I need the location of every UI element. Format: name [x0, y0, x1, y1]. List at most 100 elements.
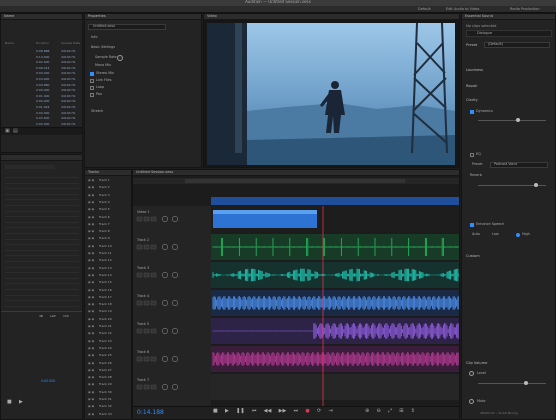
effects-slot[interactable] [5, 253, 79, 257]
loudness-opt-auto[interactable]: Auto [472, 232, 480, 237]
lane-button[interactable] [143, 356, 150, 362]
file-row-duration[interactable]: 0:02.000 [36, 60, 49, 64]
track-visibility-icon[interactable]: ◉ ◉ [88, 361, 94, 365]
clip-volume-slider[interactable] [478, 381, 546, 385]
effects-slot[interactable] [5, 231, 79, 234]
lane-button[interactable] [136, 216, 143, 222]
lane-button[interactable] [143, 216, 150, 222]
file-name-field[interactable]: Untitled.sesx [88, 24, 166, 30]
file-row-duration[interactable]: 0:00.000 [36, 99, 49, 103]
track-list-item[interactable]: Track 5 [99, 207, 110, 211]
stereo-checkbox[interactable] [90, 72, 94, 76]
track-list-item[interactable]: Track 1 [99, 178, 110, 182]
effects-slot[interactable] [5, 181, 79, 184]
effects-slot[interactable] [5, 203, 79, 206]
overview-strip[interactable] [133, 178, 459, 184]
track-visibility-icon[interactable]: ◉ ◉ [88, 200, 94, 204]
track-list-item[interactable]: Track 28 [99, 375, 112, 379]
file-row-duration[interactable]: 0:09.880 [36, 83, 49, 87]
effects-slot[interactable] [5, 298, 79, 302]
time-ruler[interactable] [211, 197, 459, 205]
lane-name[interactable]: Track 3 [136, 266, 149, 270]
file-row-duration[interactable]: 0:00.000 [36, 71, 49, 75]
file-row-rate[interactable]: 44100 Hz [61, 49, 75, 53]
track-visibility-icon[interactable]: ◉ ◉ [88, 390, 94, 394]
lane-button[interactable] [150, 300, 157, 306]
lane-button[interactable] [143, 272, 150, 278]
workspace-tab-edit-audio-to-video[interactable]: Edit Audio to Video [446, 7, 479, 11]
track-list-item[interactable]: Track 29 [99, 382, 112, 386]
track-list-item[interactable]: Track 31 [99, 397, 112, 401]
folder-icon[interactable]: ▤ [13, 128, 18, 135]
link-files-checkbox[interactable] [90, 79, 94, 83]
track-visibility-icon[interactable]: ◉ ◉ [88, 229, 94, 233]
lane-button[interactable] [143, 384, 150, 390]
effects-slot[interactable] [5, 293, 79, 296]
track-list-item[interactable]: Track 17 [99, 295, 112, 299]
track-visibility-icon[interactable]: ◉ ◉ [88, 331, 94, 335]
zoom-full-icon[interactable]: ⤢ [388, 408, 392, 415]
file-row-duration[interactable]: 0:01.024 [36, 105, 49, 109]
lane-button[interactable] [136, 272, 143, 278]
file-row-duration[interactable]: 0:06.414 [36, 66, 49, 70]
track-list-item[interactable]: Track 14 [99, 273, 112, 277]
track-list-item[interactable]: Track 16 [99, 288, 112, 292]
track-list-item[interactable]: Track 12 [99, 258, 112, 262]
lane-button[interactable] [136, 384, 143, 390]
preset-dropdown[interactable]: (Default) [484, 42, 550, 48]
essential-sound-title[interactable]: Essential Sound [465, 14, 493, 18]
loudness-radio-high[interactable] [516, 233, 520, 237]
track-list-item[interactable]: Track 32 [99, 404, 112, 408]
stop-icon[interactable]: ■ [7, 399, 12, 406]
track-visibility-icon[interactable]: ◉ ◉ [88, 266, 94, 270]
track-list-item[interactable]: Track 10 [99, 244, 112, 248]
track-visibility-icon[interactable]: ◉ ◉ [88, 397, 94, 401]
track-visibility-icon[interactable]: ◉ ◉ [88, 295, 94, 299]
track-visibility-icon[interactable]: ◉ ◉ [88, 280, 94, 284]
file-row-duration[interactable]: 0:01.000 [36, 94, 49, 98]
effects-preset[interactable] [5, 165, 55, 169]
effects-slot[interactable] [5, 237, 79, 240]
workspace-tab-default[interactable]: Default [418, 7, 431, 11]
rewind-icon[interactable]: ⏮ [252, 408, 257, 415]
lane-button[interactable] [150, 356, 157, 362]
forward-icon[interactable]: ▶▶ [279, 408, 287, 415]
track-visibility-icon[interactable]: ◉ ◉ [88, 382, 94, 386]
clip-volume-title[interactable]: Clip Volume [466, 361, 487, 365]
file-row-rate[interactable]: 44100 Hz [61, 55, 75, 59]
dynamics-checkbox[interactable] [470, 110, 474, 114]
file-row-duration[interactable]: 0:00.000 [36, 88, 49, 92]
track-visibility-icon[interactable]: ◉ ◉ [88, 236, 94, 240]
effects-slot[interactable] [5, 270, 79, 274]
lane-button[interactable] [150, 384, 157, 390]
track-list-item[interactable]: Track 24 [99, 346, 112, 350]
col-name-header-2[interactable]: Name [5, 41, 14, 45]
lane-button[interactable] [143, 300, 150, 306]
track-visibility-icon[interactable]: ◉ ◉ [88, 324, 94, 328]
back-icon[interactable]: ◀◀ [264, 408, 272, 415]
track-visibility-icon[interactable]: ◉ ◉ [88, 193, 94, 197]
effects-slot[interactable] [5, 287, 79, 290]
file-row-rate[interactable]: 44100 Hz [61, 60, 75, 64]
track-visibility-icon[interactable]: ◉ ◉ [88, 222, 94, 226]
track-visibility-icon[interactable]: ◉ ◉ [88, 207, 94, 211]
track-visibility-icon[interactable]: ◉ ◉ [88, 215, 94, 219]
file-row-duration[interactable]: 0:04.000 [36, 77, 49, 81]
col-rate-header[interactable]: Sample Rate [61, 41, 80, 45]
track-visibility-icon[interactable]: ◉ ◉ [88, 244, 94, 248]
stop-button-icon[interactable]: ■ [213, 408, 218, 415]
track-list-item[interactable]: Track 2 [99, 185, 110, 189]
file-row-rate[interactable]: 44100 Hz [61, 71, 75, 75]
effects-slot[interactable] [5, 242, 79, 246]
track-visibility-icon[interactable]: ◉ ◉ [88, 185, 94, 189]
lane-button[interactable] [136, 244, 143, 250]
reverb-slider[interactable] [478, 183, 546, 187]
video-title[interactable]: Video [207, 14, 217, 18]
enhance-speech-checkbox[interactable] [470, 223, 474, 227]
col-name-header[interactable]: Name [4, 14, 14, 18]
track-list-item[interactable]: Track 27 [99, 368, 112, 372]
effects-slot[interactable] [5, 209, 79, 212]
track-list-item[interactable]: Track 20 [99, 317, 112, 321]
track-list-item[interactable]: Track 23 [99, 339, 112, 343]
play-button-icon[interactable]: ▶ [225, 408, 229, 415]
